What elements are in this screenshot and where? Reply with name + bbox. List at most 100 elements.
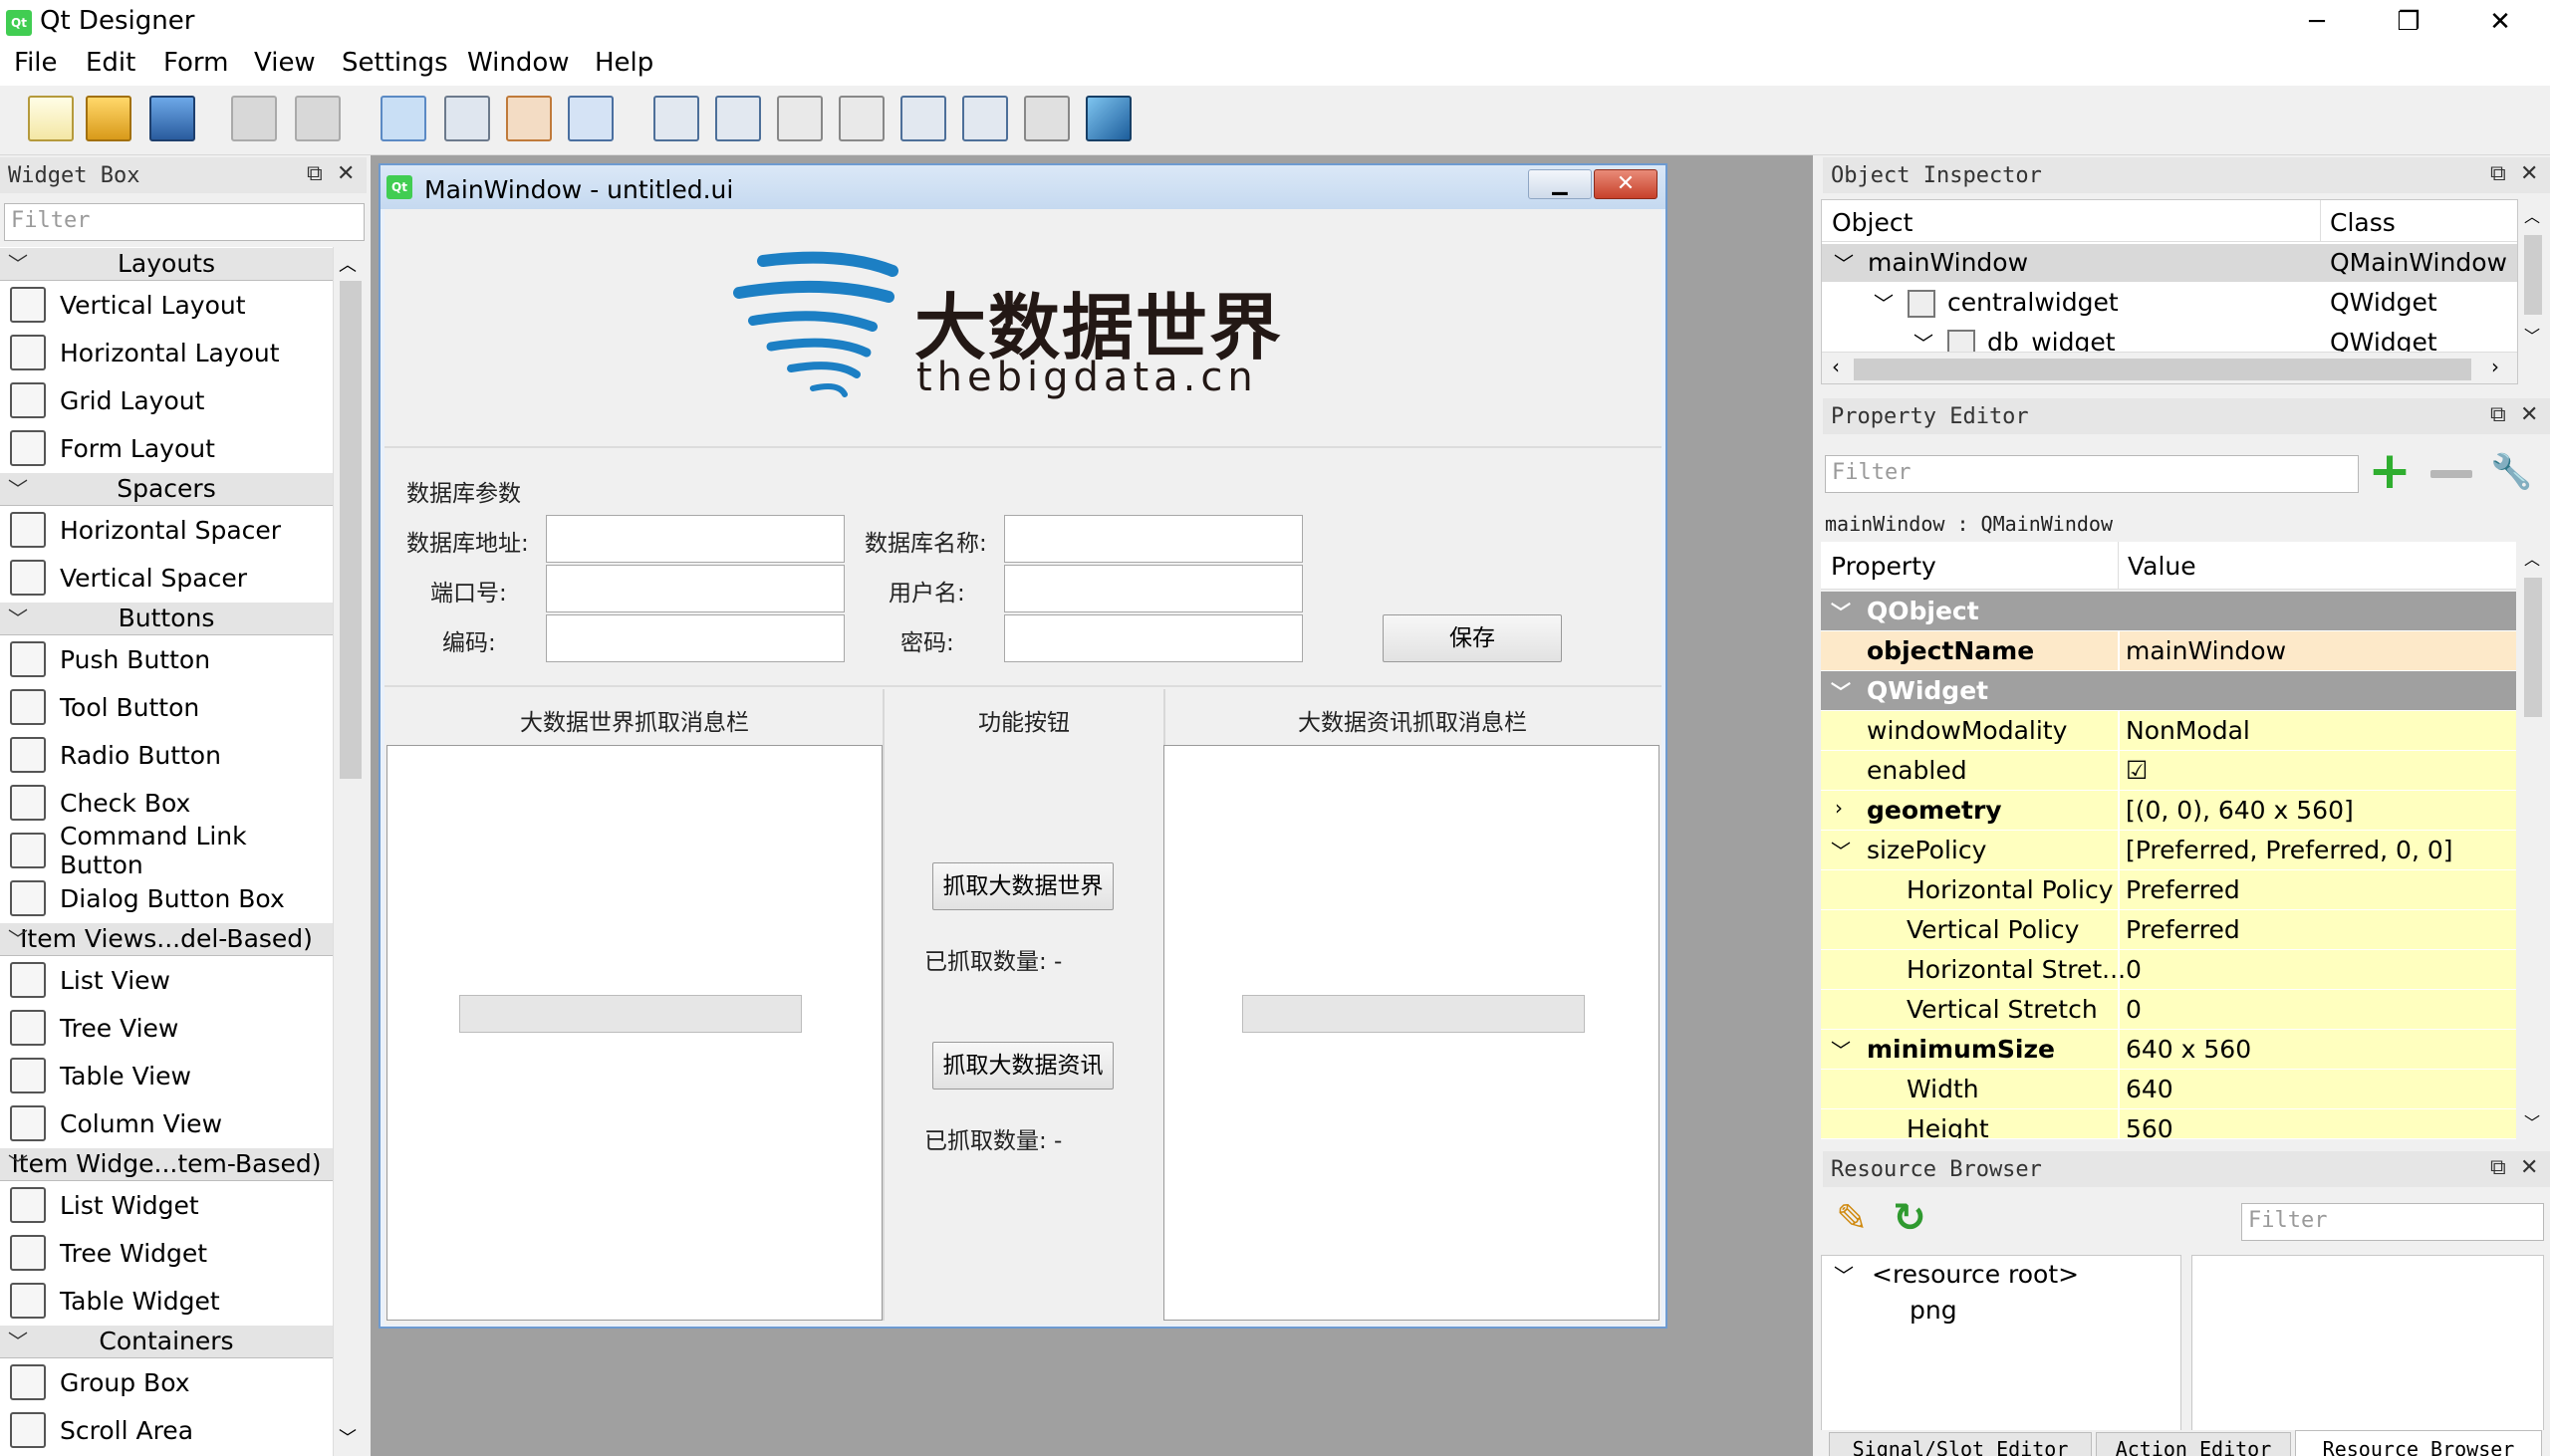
chevron-down-icon[interactable]: ﹀ [1831, 1035, 1851, 1064]
fetch-world-button[interactable]: 抓取大数据世界 [932, 862, 1114, 910]
property-row[interactable]: Horizontal Stret... 0 [1821, 950, 2516, 990]
menu-window[interactable]: Window [467, 48, 570, 78]
property-value[interactable]: Preferred [2126, 915, 2240, 944]
paste-icon[interactable] [295, 96, 341, 141]
widget-category-header[interactable]: ﹀ Spacers [0, 472, 333, 506]
widget-item[interactable]: Group Box [0, 1358, 333, 1406]
chevron-down-icon[interactable]: ﹀ [1834, 1260, 1854, 1289]
widget-category-header[interactable]: ﹀ Containers [0, 1325, 333, 1358]
widget-item[interactable]: List Widget [0, 1181, 333, 1229]
property-value[interactable]: 0 [2126, 955, 2142, 984]
widget-category-header[interactable]: ﹀ Layouts [0, 247, 333, 281]
property-row[interactable]: Width 640 [1821, 1070, 2516, 1109]
scrollbar-thumb[interactable] [340, 281, 362, 779]
scrollbar-thumb[interactable] [2524, 235, 2542, 315]
property-row[interactable]: Horizontal Policy Preferred [1821, 870, 2516, 910]
chevron-down-icon[interactable]: ﹀ [8, 1148, 28, 1180]
float-icon[interactable]: ⧉ [2490, 1155, 2506, 1180]
chevron-right-icon[interactable]: › [1835, 796, 1843, 820]
widget-item[interactable]: Tool Button [0, 683, 333, 731]
widget-item[interactable]: Horizontal Layout [0, 329, 333, 376]
layout-form-icon[interactable] [962, 96, 1008, 141]
chevron-down-icon[interactable]: ﹀ [8, 603, 28, 634]
scroll-down-icon[interactable]: ﹀ [339, 1424, 357, 1450]
widget-item[interactable]: Scroll Area [0, 1406, 333, 1454]
encoding-input[interactable] [546, 614, 845, 662]
property-row[interactable]: › geometry [(0, 0), 640 x 560] [1821, 791, 2516, 831]
widget-item[interactable]: Form Layout [0, 424, 333, 472]
chevron-down-icon[interactable]: ﹀ [8, 248, 28, 280]
edit-signals-icon[interactable] [444, 96, 490, 141]
widget-box-scrollbar[interactable]: ︿ ﹀ [333, 247, 367, 1456]
edit-buddies-icon[interactable] [506, 96, 552, 141]
scrollbar-thumb[interactable] [2524, 578, 2542, 717]
property-row[interactable]: ﹀ minimumSize 640 x 560 [1821, 1030, 2516, 1070]
property-row[interactable]: objectName mainWindow [1821, 631, 2516, 671]
form-minimize-icon[interactable]: ▁ [1528, 169, 1592, 199]
menu-edit[interactable]: Edit [86, 48, 135, 78]
close-icon[interactable]: ✕ [2520, 402, 2538, 427]
close-icon[interactable]: ✕ [337, 161, 355, 186]
scroll-right-icon[interactable]: › [2491, 355, 2499, 378]
scroll-left-icon[interactable]: ‹ [1832, 355, 1840, 378]
add-dynamic-property-icon[interactable]: + [2367, 445, 2413, 497]
widget-item[interactable]: Tree View [0, 1004, 333, 1052]
world-message-panel[interactable] [386, 745, 883, 1321]
widget-category-header[interactable]: ﹀ Item Views...del-Based) [0, 922, 333, 956]
edit-resources-pencil-icon[interactable]: ✎ [1829, 1195, 1875, 1241]
port-input[interactable] [546, 565, 845, 612]
widget-item[interactable]: Table Widget [0, 1277, 333, 1325]
horizontal-scrollbar[interactable]: ‹ › [1822, 352, 2517, 383]
scroll-up-icon[interactable]: ︿ [339, 251, 357, 277]
widget-item[interactable]: Vertical Layout [0, 281, 333, 329]
float-icon[interactable]: ⧉ [2490, 402, 2506, 427]
tab-signal-slot-editor[interactable]: Signal/Slot Editor [1829, 1432, 2092, 1456]
property-value[interactable]: [(0, 0), 640 x 560] [2126, 796, 2354, 825]
horizontal-splitter-icon[interactable] [777, 96, 823, 141]
tab-resource-browser[interactable]: Resource Browser [2295, 1430, 2542, 1456]
property-value[interactable]: mainWindow [2126, 636, 2286, 665]
chevron-down-icon[interactable]: ﹀ [1874, 288, 1894, 317]
object-tree-scrollbar[interactable]: ︿ ﹀ [2518, 199, 2548, 353]
property-scrollbar[interactable]: ︿ ﹀ [2518, 542, 2548, 1139]
property-value[interactable]: 640 x 560 [2126, 1035, 2251, 1064]
property-value[interactable]: Preferred [2126, 875, 2240, 904]
property-column-header[interactable]: Property [1831, 552, 1936, 581]
menu-view[interactable]: View [254, 48, 316, 78]
object-column-header[interactable]: Object [1832, 208, 1912, 237]
widget-item[interactable]: Radio Button [0, 731, 333, 779]
widget-item[interactable]: Grid Layout [0, 376, 333, 424]
resource-root-item[interactable]: <resource root> [1872, 1260, 2079, 1289]
widget-category-header[interactable]: ﹀ Buttons [0, 602, 333, 635]
property-row[interactable]: Vertical Stretch 0 [1821, 990, 2516, 1030]
property-row[interactable]: enabled ☑ [1821, 751, 2516, 791]
tree-row[interactable]: ﹀ centralwidget QWidget [1822, 284, 2517, 322]
property-value[interactable]: 640 [2126, 1075, 2173, 1103]
widget-item[interactable]: List View [0, 956, 333, 1004]
news-message-panel[interactable] [1163, 745, 1659, 1321]
break-layout-icon[interactable] [1024, 96, 1070, 141]
new-file-icon[interactable] [28, 96, 74, 141]
open-folder-icon[interactable] [86, 96, 131, 141]
scroll-down-icon[interactable]: ﹀ [2524, 1109, 2540, 1133]
property-row[interactable]: windowModality NonModal [1821, 711, 2516, 751]
tree-row-selected[interactable]: ﹀ mainWindow QMainWindow [1822, 244, 2517, 282]
menu-help[interactable]: Help [595, 48, 653, 78]
minimize-icon[interactable]: ─ [2271, 0, 2363, 44]
resource-filter-input[interactable]: Filter [2241, 1203, 2544, 1241]
property-value[interactable]: NonModal [2126, 716, 2250, 745]
widget-category-header[interactable]: ﹀ Item Widge...tem-Based) [0, 1147, 333, 1181]
chevron-down-icon[interactable]: ﹀ [8, 1326, 28, 1357]
widget-item[interactable]: Horizontal Spacer [0, 506, 333, 554]
widget-item[interactable]: Check Box [0, 779, 333, 827]
form-close-icon[interactable]: ✕ [1594, 169, 1658, 199]
menu-file[interactable]: File [14, 48, 58, 78]
layout-horizontal-icon[interactable] [653, 96, 699, 141]
close-icon[interactable]: ✕ [2454, 0, 2546, 44]
password-input[interactable] [1004, 614, 1303, 662]
chevron-down-icon[interactable]: ﹀ [8, 923, 28, 955]
close-icon[interactable]: ✕ [2520, 1155, 2538, 1180]
resource-png-item[interactable]: png [1910, 1296, 1957, 1325]
widget-item[interactable]: Column View [0, 1099, 333, 1147]
chevron-down-icon[interactable]: ﹀ [1834, 248, 1854, 277]
